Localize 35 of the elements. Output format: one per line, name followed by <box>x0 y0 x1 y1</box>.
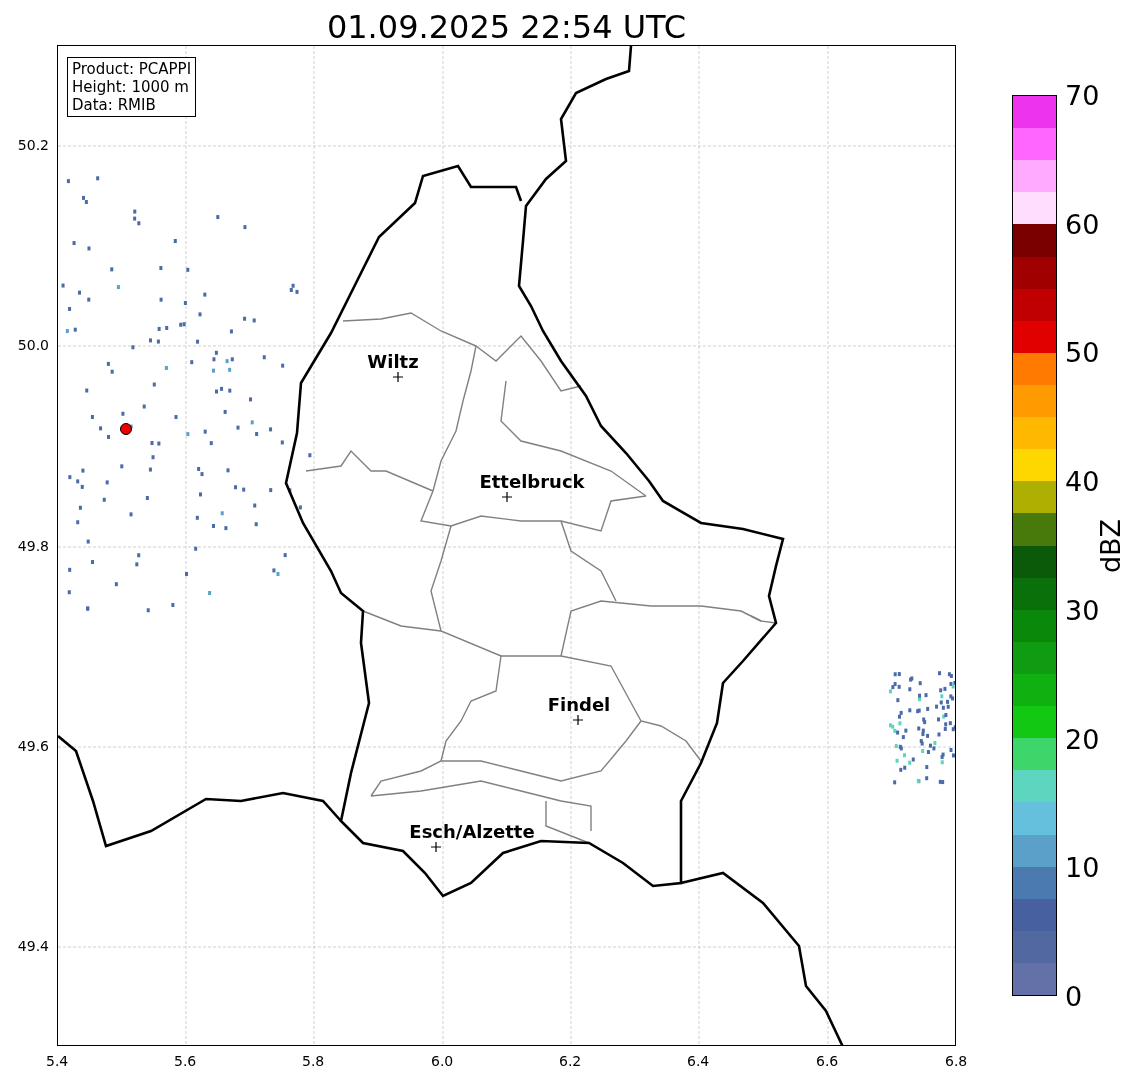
longitude-tick-label: 5.4 <box>46 1054 69 1068</box>
plus-marker-icon <box>392 371 404 383</box>
longitude-tick-label: 6.8 <box>945 1054 968 1068</box>
place-label: Wiltz <box>367 350 419 372</box>
plus-marker-icon <box>501 491 513 503</box>
colorbar-tick-label: 60 <box>1065 210 1100 238</box>
place-label: Findel <box>547 693 611 715</box>
plus-marker-icon <box>572 714 584 726</box>
colorbar-tick-label: 70 <box>1065 81 1100 109</box>
chart-title: 01.09.2025 22:54 UTC <box>326 11 687 43</box>
place-label: Ettelbruck <box>479 470 585 492</box>
colorbar-tick-label: 30 <box>1065 596 1100 624</box>
colorbar-tick-label: 50 <box>1065 338 1100 366</box>
place-label: Esch/Alzette <box>409 820 535 842</box>
longitude-tick-label: 5.6 <box>174 1054 197 1068</box>
longitude-tick-label: 5.8 <box>302 1054 325 1068</box>
colorbar-tick-label: 40 <box>1065 467 1100 495</box>
latitude-tick-label: 50.0 <box>17 338 49 352</box>
colorbar-tick-label: 20 <box>1065 725 1100 753</box>
colorbar-label: dBZ <box>1094 518 1126 573</box>
longitude-tick-label: 6.4 <box>687 1054 710 1068</box>
longitude-tick-label: 6.2 <box>559 1054 582 1068</box>
info-text: Height: 1000 m <box>72 78 190 96</box>
latitude-tick-label: 49.6 <box>17 739 49 753</box>
plus-marker-icon <box>430 841 442 853</box>
info-text: Data: RMIB <box>72 96 157 114</box>
longitude-tick-label: 6.0 <box>431 1054 454 1068</box>
colorbar-tick-label: 0 <box>1065 982 1083 1010</box>
latitude-tick-label: 49.4 <box>17 939 49 953</box>
longitude-tick-label: 6.6 <box>816 1054 839 1068</box>
info-text: Product: PCAPPI <box>72 60 192 78</box>
latitude-tick-label: 49.8 <box>17 539 49 553</box>
radar-site-marker <box>120 423 132 435</box>
latitude-tick-label: 50.2 <box>17 138 49 152</box>
colorbar-tick-label: 10 <box>1065 853 1100 881</box>
